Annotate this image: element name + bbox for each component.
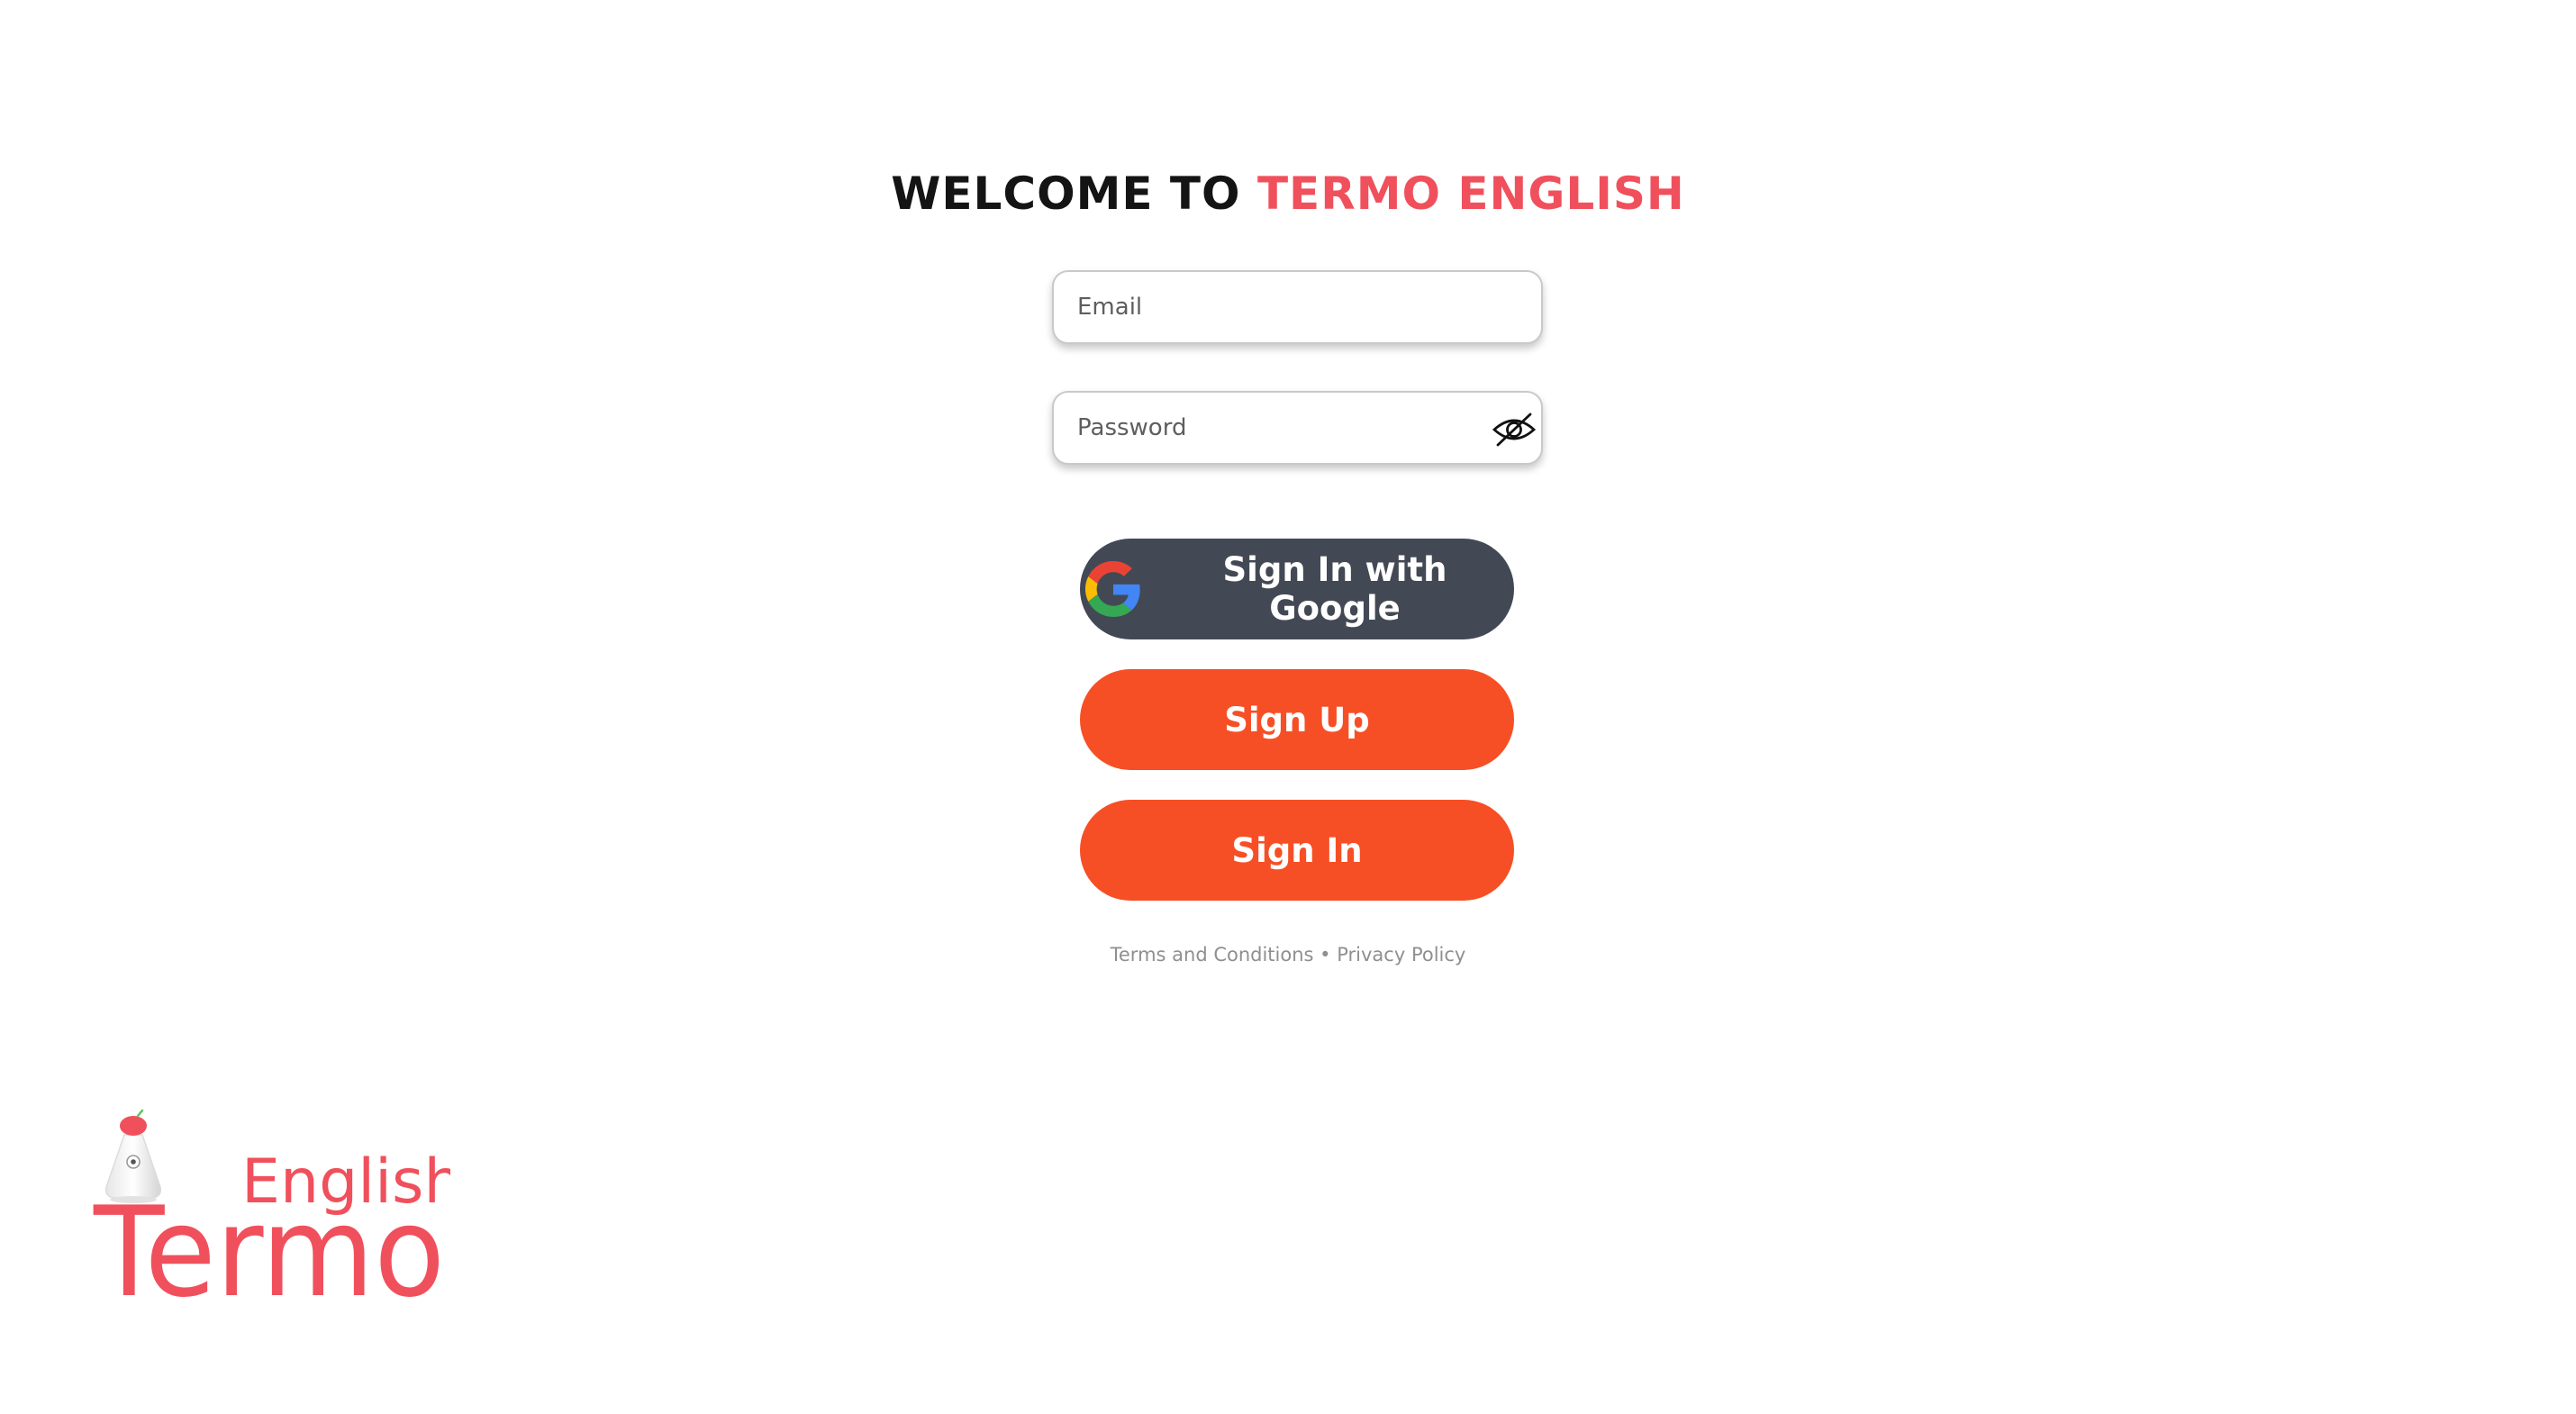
eye-slash-icon[interactable] [1491,410,1537,449]
password-field[interactable] [1054,393,1541,463]
page-title: WELCOME TO TERMO ENGLISH [0,168,2576,220]
signin-button-label: Sign In [1231,830,1363,870]
logo-termo-text: Termo [93,1180,445,1306]
signup-button[interactable]: Sign Up [1080,669,1514,770]
privacy-link[interactable]: Privacy Policy [1337,944,1465,965]
signin-button[interactable]: Sign In [1080,800,1514,901]
termo-english-logo: English Termo [90,1090,463,1325]
terms-link[interactable]: Terms and Conditions [1111,944,1314,965]
title-prefix: WELCOME TO [891,168,1257,220]
google-icon [1085,561,1141,617]
email-field[interactable] [1054,272,1541,342]
legal-links: Terms and Conditions • Privacy Policy [0,944,2576,965]
email-field-wrapper [1052,270,1543,344]
legal-separator: • [1313,944,1338,965]
login-page: WELCOME TO TERMO ENGLISH Sign In with Go… [0,0,2576,1414]
password-field-wrapper [1052,391,1543,465]
google-button-label: Sign In with Google [1222,550,1447,628]
google-signin-button[interactable]: Sign In with Google [1080,539,1514,639]
signup-button-label: Sign Up [1224,700,1370,739]
title-brand: TERMO ENGLISH [1256,168,1685,220]
